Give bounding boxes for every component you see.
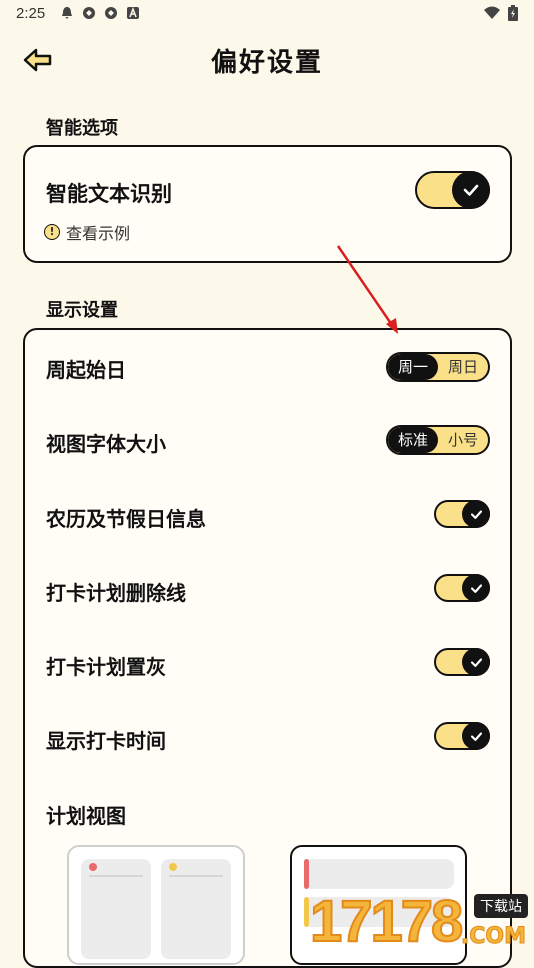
text-recognition-label: 智能文本识别 [46, 182, 172, 206]
status-time: 2:25 [16, 5, 46, 22]
yellow-dot-icon [169, 863, 177, 871]
checkmark-icon [470, 583, 482, 593]
preview-line [169, 875, 223, 877]
a-icon [127, 6, 139, 19]
toggle-knob [462, 648, 490, 676]
checkmark-icon [463, 184, 479, 196]
notification-icons [60, 6, 140, 20]
checkin-strike-toggle[interactable] [434, 574, 490, 602]
week-start-option-monday[interactable]: 周一 [388, 354, 438, 380]
text-recognition-toggle[interactable] [415, 171, 490, 209]
preview-line [89, 875, 143, 877]
app-icon [83, 7, 95, 19]
red-dot-icon [89, 863, 97, 871]
week-start-option-sunday[interactable]: 周日 [438, 354, 488, 380]
watermark-logo: 17178 [309, 888, 464, 955]
toggle-knob [452, 171, 490, 209]
show-checkin-time-toggle[interactable] [434, 722, 490, 750]
view-example-link[interactable]: ! 查看示例 [44, 220, 130, 244]
view-example-label: 查看示例 [66, 224, 131, 243]
plan-view-grid-option[interactable] [67, 845, 245, 965]
list-preview-row [304, 859, 454, 889]
section-title-display: 显示设置 [46, 300, 118, 321]
checkin-gray-label: 打卡计划置灰 [46, 655, 166, 679]
battery-icon [508, 5, 518, 21]
toggle-knob [462, 574, 490, 602]
font-size-option-standard[interactable]: 标准 [388, 427, 438, 453]
toggle-knob [462, 722, 490, 750]
week-start-selector[interactable]: 周一 周日 [386, 352, 490, 382]
grid-preview-card [81, 859, 151, 959]
plan-view-label: 计划视图 [46, 804, 126, 828]
grid-preview-card [161, 859, 231, 959]
checkin-strike-label: 打卡计划删除线 [46, 581, 186, 605]
watermark-badge: 下载站 [474, 894, 528, 918]
exclamation-icon: ! [44, 224, 60, 240]
system-icons [484, 5, 518, 21]
status-bar: 2:25 [0, 0, 534, 28]
section-title-smart: 智能选项 [46, 118, 118, 139]
toggle-knob [462, 500, 490, 528]
wifi-icon [484, 6, 500, 19]
watermark-suffix: .COM [460, 924, 526, 950]
font-size-label: 视图字体大小 [46, 432, 166, 456]
red-bar [304, 859, 309, 889]
yellow-bar [304, 897, 309, 927]
page-title: 偏好设置 [210, 48, 323, 78]
checkin-gray-toggle[interactable] [434, 648, 490, 676]
lunar-holiday-label: 农历及节假日信息 [46, 507, 206, 531]
lunar-holiday-toggle[interactable] [434, 500, 490, 528]
app-icon [105, 7, 117, 19]
checkmark-icon [470, 657, 482, 667]
font-size-option-small[interactable]: 小号 [438, 427, 488, 453]
font-size-selector[interactable]: 标准 小号 [386, 425, 490, 455]
show-checkin-time-label: 显示打卡时间 [46, 729, 166, 753]
week-start-label: 周起始日 [46, 358, 126, 382]
checkmark-icon [470, 509, 482, 519]
annotation-arrow [336, 245, 398, 334]
checkmark-icon [470, 731, 482, 741]
bell-icon [62, 7, 72, 19]
